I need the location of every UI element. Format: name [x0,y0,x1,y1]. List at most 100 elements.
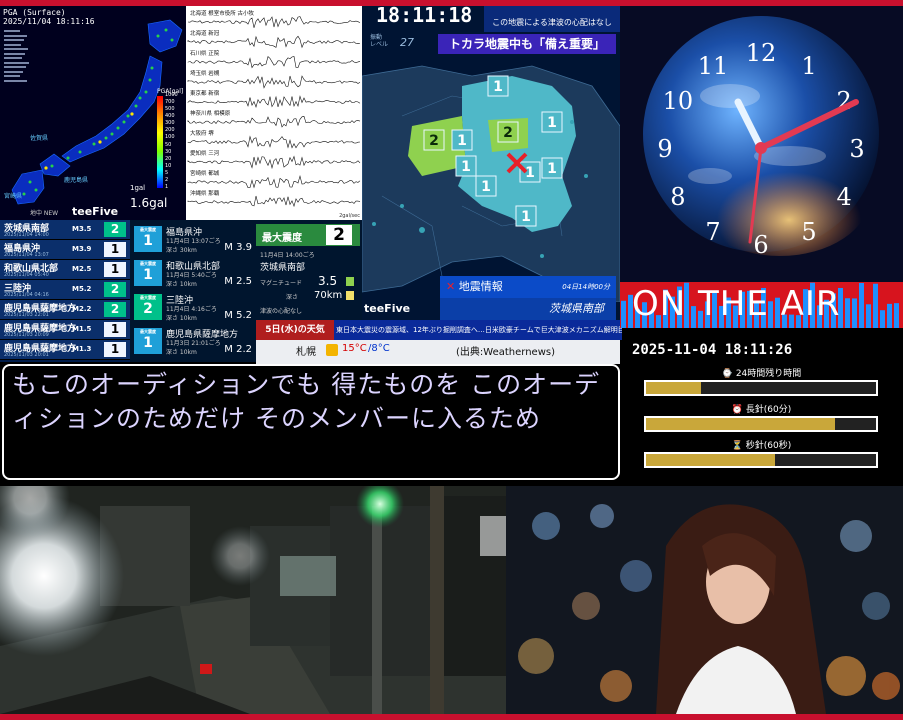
detail-shindo-badge: 最大震度 1 [134,328,162,354]
seismogram-trace [187,155,361,170]
pga-scale-tick: 200 [165,127,175,134]
depth-value: 70km [314,290,343,301]
progress-fill [646,418,835,430]
headline-bar: トカラ地震中も「備え重要」 [438,34,616,54]
depth-label: 深さ [286,294,299,301]
pga-list-line [4,52,25,55]
quake-date: 2025/11/04 13:07 [4,252,49,258]
subtitle-box: もこのオーディションでも 得たものを このオーディションのためだけ そのメンバー… [2,364,620,480]
seismogram-station-label: 神奈川県 相模原 [190,111,231,117]
progress-icon: ⏰ [731,405,743,415]
intensity-marker-value: 1 [457,133,467,149]
clock-numeral: 9 [657,135,672,163]
pga-scale-tick: 30 [165,148,172,155]
audio-meter-bar [621,300,626,328]
progress-track [644,452,878,468]
quake-list-item[interactable]: 和歌山県北部 2025/11/04 05:40 M2.5 1 [0,260,130,280]
pga-gal-small: 1gal [130,184,146,192]
portrait-camera-image [506,486,903,714]
detail-shindo-badge: 最大震度 1 [134,226,162,252]
clock-numeral: 4 [836,183,851,211]
audio-meter-bar [845,298,850,328]
quake-magnitude: M1.5 [72,325,92,333]
detail-depth: 深さ 10km [166,349,197,356]
pga-color-scale [157,96,163,188]
pga-scale-tick: 500 [165,106,175,113]
detail-badge-label: 最大震度 [140,295,156,300]
quake-date: 2025/11/03 22:01 [4,312,49,318]
quake-shindo-badge: 1 [104,262,126,277]
seismogram-trace [187,116,361,128]
quake-list-item[interactable]: 福島県沖 2025/11/04 13:07 M3.9 1 [0,240,130,260]
map-label-saga: 佐賀県 [30,135,49,142]
detail-magnitude: M 3.9 [224,242,252,253]
pga-list-line [4,43,21,46]
quake-shindo-badge: 2 [104,222,126,237]
datetime-bar: 2025-11-04 18:11:26 [620,340,903,364]
seismogram-station-label: 愛知県 三河 [190,151,220,157]
intensity-marker-value: 1 [525,165,535,181]
weather-city: 札幌 [296,347,316,358]
pga-scale-tick: 20 [165,155,172,162]
detail-time: 11月4日 5:40ごろ [166,272,217,279]
seismogram-trace [187,95,361,108]
pga-station-list [4,28,29,84]
seismogram-unit: 2gal/sec [339,213,360,219]
quake-date: 2025/11/04 14:00 [4,232,49,238]
audio-meter-bar [866,304,871,328]
progress-track [644,380,878,396]
quake-list-item[interactable]: 鹿児島県薩摩地方 2025/11/03 20:09 M1.5 1 [0,320,130,340]
clock-numeral: 10 [663,87,694,115]
bottom-red-border [0,714,903,720]
shindo-level-label: 振動 レベル [370,34,389,48]
pga-gal-value: 1.6gal [130,196,168,210]
seismogram-station-label: 宮崎県 都城 [190,171,220,177]
seismogram-station-label: 石川県 正院 [190,51,220,57]
tsunami-note-small: 津波の心配なし [260,308,303,315]
seismogram-panel: 北海道 根室市役所 古小牧 北海道 新冠 石川県 正院 埼玉県 岩槻 東京都 新宿 神奈川… [186,6,362,220]
magnitude-color-chip [346,277,354,286]
onair-text: ON THE AIR [632,284,841,324]
progress-fill [646,382,702,394]
weather-news-bar: 5日(水)の天気 東日本大震災の震源域、12年ぶり掘削調査へ…日米欧豪チームで巨… [256,320,622,340]
pga-scale-tick: 10 [165,162,172,169]
quake-list-item[interactable]: 茨城県南部 2025/11/04 14:00 M3.5 2 [0,220,130,240]
seismogram-trace [187,135,361,149]
intensity-marker-value: 1 [547,115,557,131]
pga-scale-tick: 5 [165,169,169,176]
quake-list-item[interactable]: 三陸沖 2025/11/04 04:16 M5.2 2 [0,280,130,300]
intensity-marker-value: 1 [461,159,471,175]
pga-scale-tick: 700 [165,99,175,106]
detail-time: 11月4日 4:16ごろ [166,306,217,313]
quake-shindo-badge: 1 [104,322,126,337]
pga-list-line [4,66,26,68]
pga-list-line [4,30,20,32]
onair-banner: ON THE AIR [620,282,903,328]
weather-day: 5日(水)の天気 [256,320,334,340]
analog-clock: 12 1234567891011 [620,6,903,282]
pga-list-line [4,79,27,82]
regional-intensity-map: 1112211111 18:11:18 振動 レベル 27 この地震による津波の心… [362,6,620,336]
quake-shindo-badge: 1 [104,242,126,257]
quake-list-item[interactable]: 鹿児島県薩摩地方 2025/11/03 20:01 M1.3 1 [0,340,130,360]
intensity-map: 1112 211111 [362,65,620,302]
detail-magnitude: M 5.2 [224,310,252,321]
quake-date: 2025/11/03 20:09 [4,332,49,338]
magnitude-value: 3.5 [318,274,338,288]
seismogram-trace [187,16,361,28]
audio-meter-bar [887,303,892,328]
quake-list-item[interactable]: 鹿児島県薩摩地方 2025/11/03 22:01 M2.2 2 [0,300,130,320]
intensity-marker-value: 1 [481,179,491,195]
progress-track [644,416,878,432]
progress-fill [646,454,775,466]
seismogram-trace [187,174,361,189]
quake-shindo-badge: 2 [104,302,126,317]
clock-numeral: 7 [705,218,720,246]
progress-label: ⏰ 長針(60分) [731,405,792,415]
subtitle-text: もこのオーディションでも 得たものを このオーディションのためだけ そのメンバー… [12,370,601,433]
quake-date: 2025/11/04 05:40 [4,272,49,278]
pga-list-line [4,61,29,64]
audio-meter-bar [852,298,857,328]
pga-list-line [4,34,27,37]
intensity-marker-value: 1 [493,79,503,95]
